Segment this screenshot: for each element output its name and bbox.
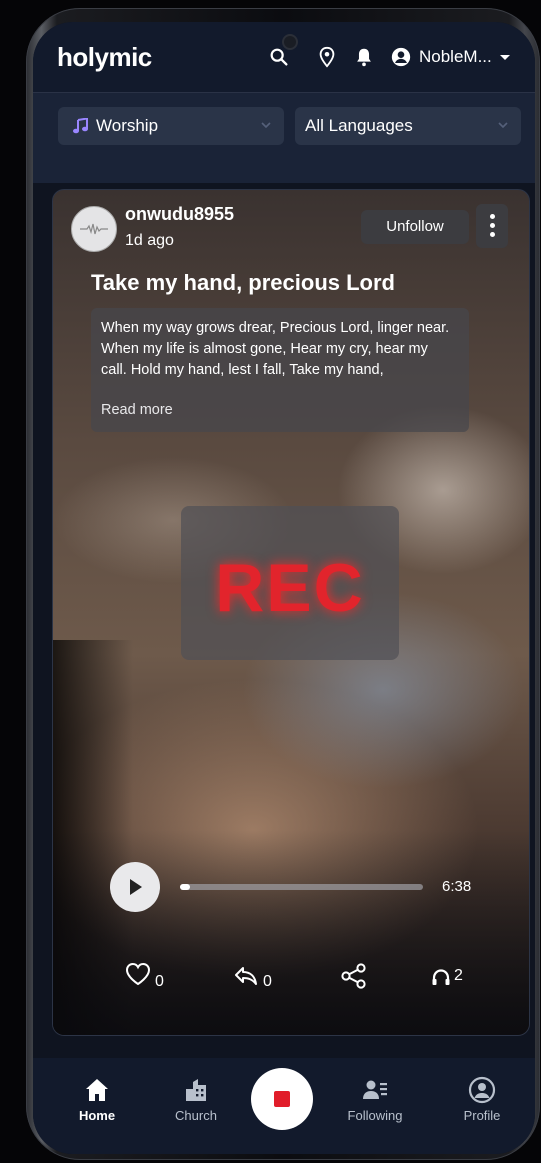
audio-progress-bar[interactable] — [180, 884, 423, 890]
more-options-button[interactable] — [476, 204, 508, 248]
following-list-icon — [363, 1080, 387, 1099]
nav-profile[interactable]: Profile — [442, 1058, 522, 1154]
nav-home[interactable]: Home — [57, 1058, 137, 1154]
bottom-nav: Home Church Following Profile — [33, 1058, 535, 1154]
audio-progress-fill — [180, 884, 190, 890]
rec-overlay: REC — [181, 506, 399, 660]
location-pin-icon[interactable] — [316, 46, 338, 68]
unfollow-button[interactable]: Unfollow — [361, 210, 469, 244]
share-icon[interactable] — [340, 962, 368, 990]
caret-down-icon[interactable] — [498, 50, 512, 64]
language-select-value: All Languages — [305, 116, 413, 135]
app-screen: holymic NobleM... Worship All Languages … — [33, 22, 535, 1154]
building-icon — [186, 1079, 206, 1101]
reply-count: 0 — [263, 973, 272, 990]
lyrics-box: When my way grows drear, Precious Lord, … — [91, 308, 469, 432]
chevron-down-icon — [498, 122, 508, 129]
profile-icon — [468, 1076, 496, 1104]
music-note-icon — [73, 118, 88, 134]
search-icon[interactable] — [268, 46, 290, 68]
nav-following-label: Following — [347, 1108, 403, 1123]
kebab-dot — [490, 214, 495, 219]
post-username[interactable]: onwudu8955 — [125, 204, 234, 225]
like-count: 0 — [155, 973, 164, 990]
home-icon — [86, 1079, 108, 1101]
bell-icon[interactable] — [353, 46, 375, 68]
brand-logo[interactable]: holymic — [57, 42, 152, 73]
post-time: 1d ago — [125, 232, 174, 249]
top-bar: holymic NobleM... — [33, 22, 535, 92]
waveform-icon — [80, 223, 108, 235]
kebab-dot — [490, 232, 495, 237]
headphones-icon — [432, 969, 450, 985]
play-icon — [130, 879, 142, 895]
lyrics-text: When my way grows drear, Precious Lord, … — [101, 320, 450, 378]
filter-bar: Worship All Languages — [33, 93, 535, 183]
avatar[interactable] — [71, 206, 117, 252]
chevron-down-icon — [261, 122, 271, 129]
record-button[interactable] — [251, 1068, 313, 1130]
nav-home-label: Home — [78, 1108, 116, 1123]
nav-church[interactable]: Church — [156, 1058, 236, 1154]
heart-icon[interactable] — [125, 962, 151, 986]
nav-church-label: Church — [175, 1108, 217, 1123]
post-title: Take my hand, precious Lord — [91, 270, 395, 295]
record-stop-icon — [274, 1091, 290, 1107]
read-more-link[interactable]: Read more — [101, 402, 173, 418]
audio-duration: 6:38 — [442, 878, 472, 895]
user-circle-icon[interactable] — [390, 46, 412, 68]
language-select[interactable]: All Languages — [295, 107, 521, 145]
user-name[interactable]: NobleM... — [419, 47, 492, 67]
nav-profile-label: Profile — [463, 1108, 501, 1123]
play-button[interactable] — [110, 862, 160, 912]
post-card: onwudu8955 1d ago Unfollow Take my hand,… — [52, 189, 530, 1036]
category-select[interactable]: Worship — [58, 107, 284, 145]
background-image-fade — [53, 830, 529, 1035]
rec-label: REC — [215, 550, 365, 626]
listen-count: 2 — [454, 967, 463, 984]
kebab-dot — [490, 223, 495, 228]
reply-icon[interactable] — [233, 966, 259, 986]
category-select-value: Worship — [96, 116, 159, 135]
nav-following[interactable]: Following — [335, 1058, 415, 1154]
